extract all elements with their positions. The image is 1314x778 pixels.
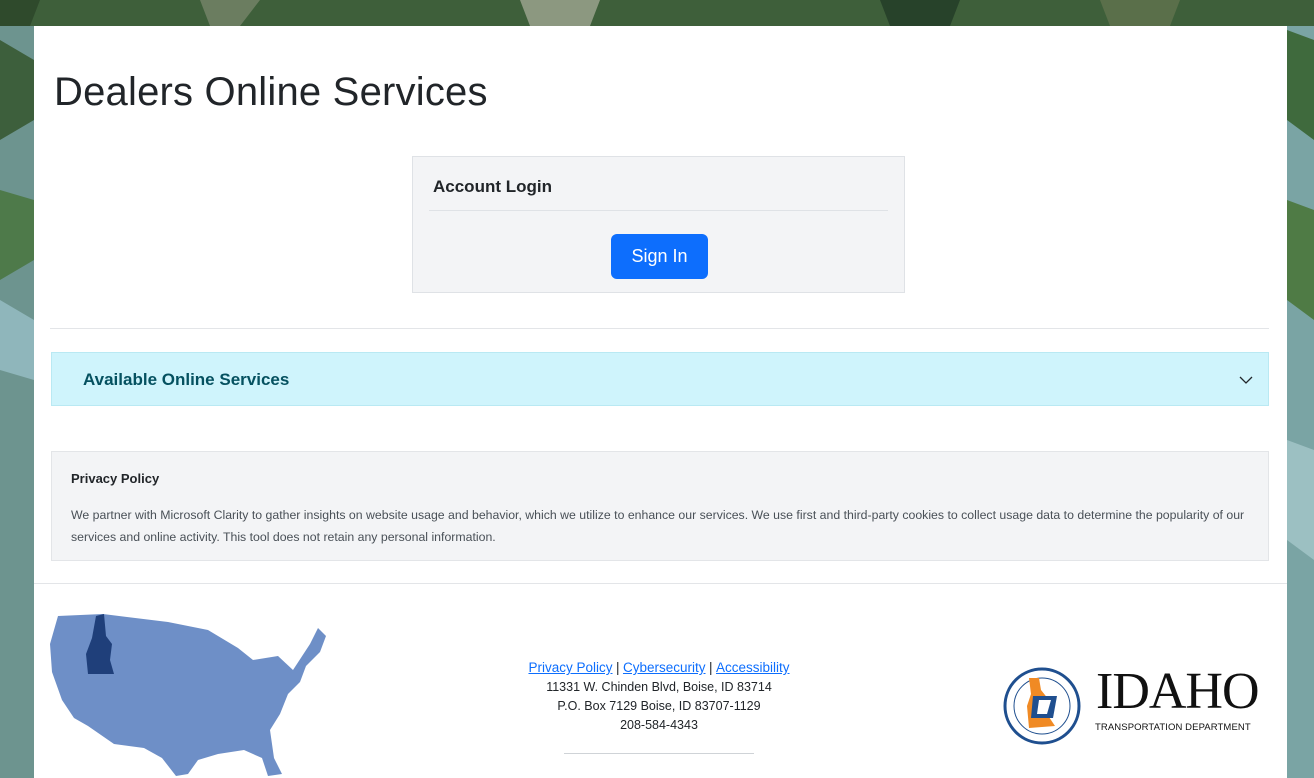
footer-underline bbox=[564, 753, 754, 754]
privacy-policy-box: Privacy Policy We partner with Microsoft… bbox=[51, 451, 1269, 561]
us-map-idaho-highlight-image bbox=[50, 614, 326, 776]
page-title: Dealers Online Services bbox=[54, 70, 488, 114]
privacy-policy-text: We partner with Microsoft Clarity to gat… bbox=[71, 508, 1245, 544]
itd-seal-logo bbox=[1003, 667, 1081, 745]
main-content-panel: Dealers Online Services Account Login Si… bbox=[34, 26, 1287, 778]
chevron-down-icon bbox=[1239, 376, 1253, 384]
account-login-heading: Account Login bbox=[433, 177, 552, 196]
privacy-policy-heading: Privacy Policy bbox=[71, 471, 160, 486]
account-login-card: Account Login Sign In bbox=[412, 156, 905, 293]
footer-address-line1: 11331 W. Chinden Blvd, Boise, ID 83714 bbox=[546, 680, 772, 694]
footer-separator: | bbox=[615, 660, 620, 675]
section-divider bbox=[50, 328, 1269, 329]
footer-cybersecurity-link[interactable]: Cybersecurity bbox=[623, 660, 706, 675]
itd-logo-word: IDAHO bbox=[1096, 663, 1260, 720]
footer-privacy-policy-link[interactable]: Privacy Policy bbox=[528, 660, 612, 675]
footer-links: Privacy Policy | Cybersecurity | Accessi… bbox=[474, 658, 844, 678]
available-services-accordion[interactable]: Available Online Services bbox=[51, 352, 1269, 406]
itd-logo-subtitle: TRANSPORTATION DEPARTMENT bbox=[1095, 722, 1251, 733]
footer-phone: 208-584-4343 bbox=[620, 718, 698, 732]
accordion-label: Available Online Services bbox=[83, 370, 290, 389]
footer-address-line2: P.O. Box 7129 Boise, ID 83707-1129 bbox=[557, 699, 761, 713]
footer-accessibility-link[interactable]: Accessibility bbox=[716, 660, 790, 675]
footer-separator: | bbox=[709, 660, 713, 675]
footer-contact: Privacy Policy | Cybersecurity | Accessi… bbox=[474, 658, 844, 735]
card-divider bbox=[429, 210, 888, 211]
footer-divider bbox=[34, 583, 1287, 584]
sign-in-button[interactable]: Sign In bbox=[611, 234, 708, 279]
